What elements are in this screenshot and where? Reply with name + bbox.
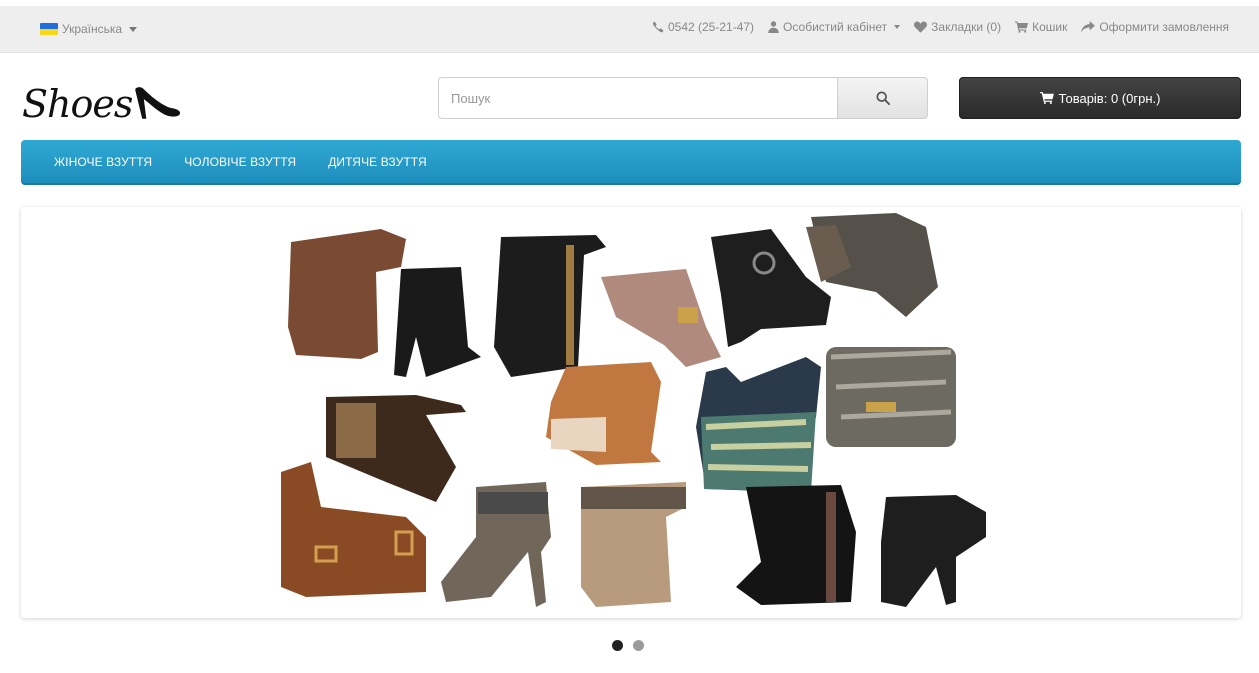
- checkout-label: Оформити замовлення: [1099, 20, 1229, 34]
- menu-item-men-shoes[interactable]: Чоловіче взуття: [184, 155, 296, 169]
- main-menu: Жіноче взуття Чоловіче взуття Дитяче взу…: [21, 140, 1241, 185]
- phone-link[interactable]: 0542 (25-21-47): [652, 20, 754, 34]
- shopping-cart-icon: [1039, 92, 1054, 104]
- cart-label: Кошик: [1032, 20, 1068, 34]
- cart-link[interactable]: Кошик: [1015, 20, 1067, 34]
- checkout-link[interactable]: Оформити замовлення: [1081, 20, 1229, 34]
- search-icon: [875, 91, 890, 105]
- top-links: 0542 (25-21-47) Особистий кабінет Заклад…: [652, 20, 1229, 34]
- search-button[interactable]: [837, 77, 928, 119]
- search-bar: [438, 77, 928, 119]
- menu-item-women-shoes[interactable]: Жіноче взуття: [54, 155, 152, 169]
- boots-banner-image: [266, 207, 996, 618]
- menu-item-kids-shoes[interactable]: Дитяче взуття: [328, 155, 427, 169]
- user-icon: [768, 21, 779, 33]
- language-label: Українська: [62, 22, 123, 36]
- language-selector[interactable]: Українська: [40, 22, 138, 36]
- cart-button[interactable]: Товарів: 0 (0грн.): [959, 77, 1241, 119]
- store-logo[interactable]: Shoes: [22, 78, 182, 130]
- caret-down-icon: [129, 26, 138, 32]
- logo-text: Shoes: [22, 82, 133, 126]
- cart-summary: Товарів: 0 (0грн.): [1058, 90, 1161, 106]
- shopping-cart-icon: [1015, 21, 1029, 33]
- banner-slider[interactable]: [21, 207, 1241, 618]
- phone-icon: [652, 21, 664, 33]
- account-label: Особистий кабінет: [783, 20, 888, 34]
- slider-dot-1[interactable]: [612, 640, 623, 651]
- search-input[interactable]: [438, 77, 837, 119]
- slider-dot-2[interactable]: [633, 640, 644, 651]
- phone-number: 0542 (25-21-47): [667, 20, 755, 34]
- account-link[interactable]: Особистий кабінет: [768, 20, 901, 34]
- top-bar: Українська 0542 (25-21-47) Особистий каб…: [0, 6, 1259, 53]
- ukraine-flag-icon: [40, 23, 58, 35]
- high-heel-icon: [135, 87, 181, 119]
- wishlist-label: Закладки (0): [931, 20, 1002, 34]
- share-arrow-icon: [1081, 21, 1096, 33]
- caret-down-icon: [894, 25, 901, 29]
- wishlist-link[interactable]: Закладки (0): [914, 20, 1001, 34]
- slider-pagination: [612, 640, 644, 651]
- heart-icon: [914, 21, 928, 33]
